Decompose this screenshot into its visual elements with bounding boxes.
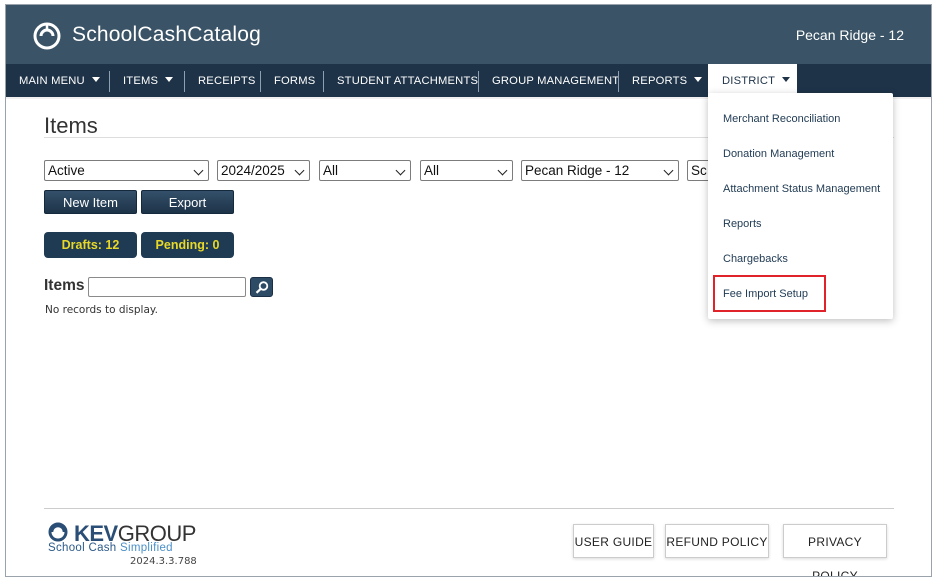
brand-tagline: School Cash Simplified xyxy=(48,542,173,554)
year-filter-select[interactable]: 2024/2025 xyxy=(217,160,310,181)
nav-divider xyxy=(478,71,479,92)
school-name: Pecan Ridge - 12 xyxy=(795,27,904,43)
export-button[interactable]: Export xyxy=(141,190,234,214)
items-search-input[interactable] xyxy=(88,277,246,297)
chevron-down-icon xyxy=(497,165,508,176)
district-dropdown-menu: Merchant Reconciliation Donation Managem… xyxy=(708,93,893,319)
nav-divider xyxy=(323,71,324,92)
nav-divider xyxy=(260,71,261,92)
menu-item-attachment-status-management[interactable]: Attachment Status Management xyxy=(723,183,880,195)
nav-divider xyxy=(109,71,110,92)
items-search-label: Items xyxy=(44,277,85,294)
chevron-down-icon xyxy=(694,77,703,82)
privacy-policy-button[interactable]: PRIVACY POLICY xyxy=(783,524,887,576)
school-cash-logo-icon xyxy=(33,22,61,50)
footer-divider xyxy=(44,508,894,509)
search-icon xyxy=(255,281,269,294)
type-filter-select[interactable]: All xyxy=(420,160,513,181)
nav-receipts[interactable]: RECEIPTS xyxy=(198,64,256,99)
nav-divider xyxy=(184,71,185,92)
empty-state-message: No records to display. xyxy=(45,304,158,316)
nav-group-management[interactable]: GROUP MANAGEMENT xyxy=(492,64,619,99)
version-number: 2024.3.3.788 xyxy=(130,556,197,567)
chevron-down-icon xyxy=(395,165,406,176)
menu-item-chargebacks[interactable]: Chargebacks xyxy=(723,253,788,265)
nav-main-menu[interactable]: MAIN MENU xyxy=(19,64,100,99)
drafts-button[interactable]: Drafts: 12 xyxy=(44,232,137,258)
school-filter-select[interactable]: Pecan Ridge - 12 xyxy=(521,160,679,181)
chevron-down-icon xyxy=(782,77,791,82)
app-title[interactable]: SchoolCashCatalog xyxy=(72,23,261,47)
new-item-button[interactable]: New Item xyxy=(44,190,137,214)
nav-reports[interactable]: REPORTS xyxy=(632,64,703,99)
category-filter-select[interactable]: All xyxy=(319,160,411,181)
header-bar: SchoolCashCatalog Pecan Ridge - 12 xyxy=(6,5,931,64)
chevron-down-icon xyxy=(165,77,174,82)
refund-policy-button[interactable]: REFUND POLICY xyxy=(665,524,769,558)
chevron-down-icon xyxy=(663,165,674,176)
status-filter-select[interactable]: Active xyxy=(44,160,209,181)
menu-item-donation-management[interactable]: Donation Management xyxy=(723,148,834,160)
nav-divider xyxy=(618,71,619,92)
search-button[interactable] xyxy=(250,277,273,297)
nav-items[interactable]: ITEMS xyxy=(123,64,174,99)
menu-item-fee-import-setup[interactable]: Fee Import Setup xyxy=(723,288,808,300)
menu-item-merchant-reconciliation[interactable]: Merchant Reconciliation xyxy=(723,113,840,125)
app-window: SchoolCashCatalog Pecan Ridge - 12 MAIN … xyxy=(5,4,932,577)
chevron-down-icon xyxy=(193,165,204,176)
pending-button[interactable]: Pending: 0 xyxy=(141,232,234,258)
kevgroup-logo-icon xyxy=(48,522,68,542)
chevron-down-icon xyxy=(91,77,100,82)
menu-item-reports[interactable]: Reports xyxy=(723,218,762,230)
page-title: Items xyxy=(44,113,98,138)
nav-student-attachments[interactable]: STUDENT ATTACHMENTS xyxy=(337,64,478,99)
user-guide-button[interactable]: USER GUIDE xyxy=(573,524,654,558)
chevron-down-icon xyxy=(294,165,305,176)
nav-forms[interactable]: FORMS xyxy=(274,64,315,99)
